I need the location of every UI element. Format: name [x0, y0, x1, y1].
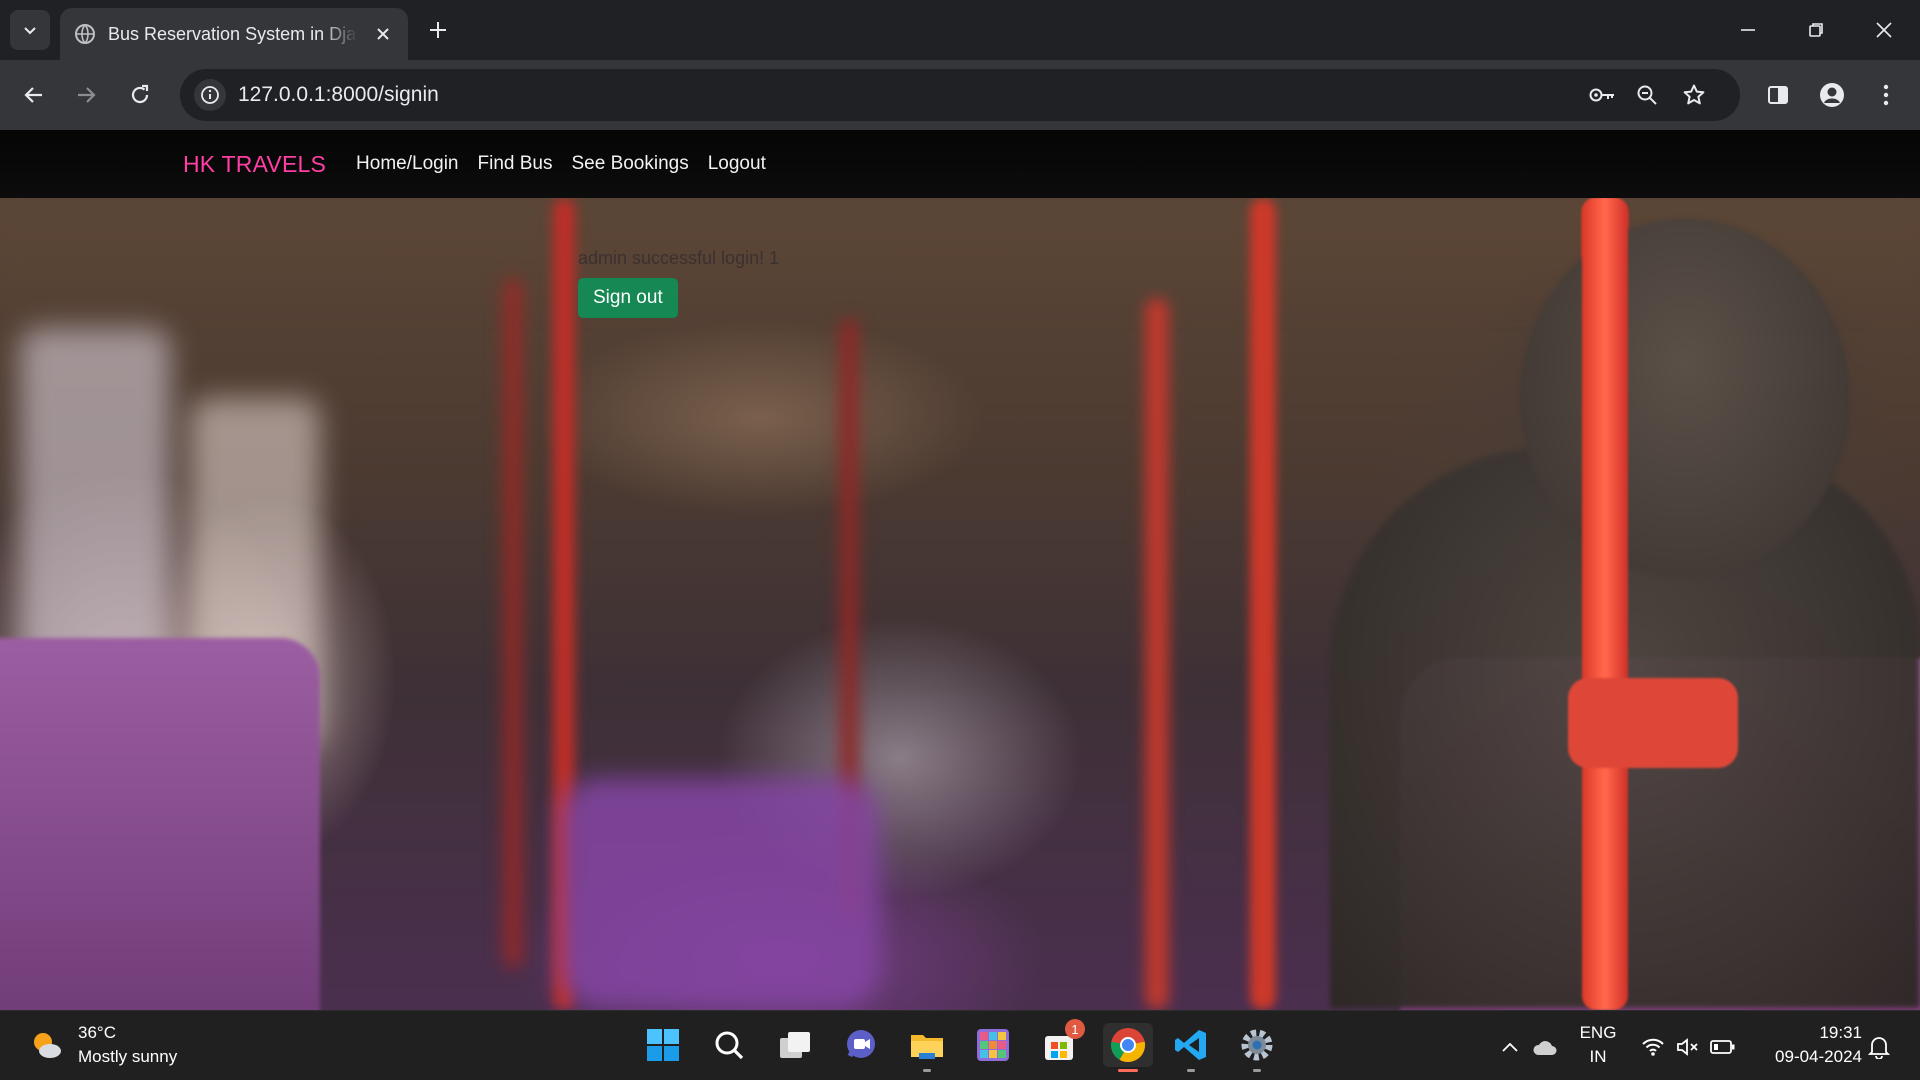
file-explorer-button[interactable]	[905, 1023, 949, 1072]
side-panel-button[interactable]	[1760, 77, 1796, 113]
web-page: HK TRAVELS Home/Login Find Bus See Booki…	[0, 130, 1920, 1010]
folder-icon	[911, 1035, 943, 1059]
sign-out-button[interactable]: Sign out	[578, 278, 678, 318]
zoom-icon[interactable]	[1631, 79, 1663, 111]
arrow-right-icon	[78, 87, 96, 103]
vscode-icon	[1175, 1030, 1206, 1060]
profile-icon	[1820, 83, 1844, 107]
notification-bell-icon[interactable]	[1866, 1034, 1892, 1060]
close-icon	[1876, 22, 1892, 38]
show-hidden-icons-chevron-icon[interactable]	[1497, 1034, 1523, 1060]
task-view-button[interactable]	[773, 1023, 817, 1067]
browser-toolbar: 127.0.0.1:8000/signin	[0, 60, 1920, 130]
signin-content: admin successful login! 1 Sign out	[578, 248, 779, 318]
globe-icon	[75, 24, 95, 45]
reload-icon	[131, 84, 149, 104]
plus-icon	[430, 22, 446, 38]
nav-logout[interactable]: Logout	[708, 153, 766, 175]
menu-button[interactable]	[1868, 77, 1904, 113]
minimize-button[interactable]	[1728, 10, 1768, 50]
weather-description: Mostly sunny	[78, 1047, 178, 1066]
nav-find-bus[interactable]: Find Bus	[478, 153, 553, 175]
region-code: IN	[1589, 1047, 1607, 1066]
windows-taskbar: 36°C Mostly sunny 1 ENG IN 19:31 09-04-2…	[0, 1010, 1920, 1080]
chrome-icon	[1110, 1028, 1146, 1063]
clock-date: 09-04-2024	[1775, 1047, 1862, 1066]
taskbar-search-button[interactable]	[707, 1023, 751, 1067]
chevron-down-icon	[24, 27, 36, 35]
microsoft-store-button[interactable]: 1	[1037, 1019, 1085, 1067]
store-notification-badge: 1	[1065, 1019, 1085, 1039]
clock-time: 19:31	[1819, 1023, 1862, 1042]
wifi-icon[interactable]	[1640, 1034, 1666, 1060]
windows-logo-icon	[647, 1029, 679, 1061]
minimize-icon	[1741, 29, 1755, 31]
back-button[interactable]	[16, 77, 52, 113]
brand-logo[interactable]: HK TRAVELS	[183, 151, 326, 178]
language-indicator[interactable]: ENG IN	[1578, 1021, 1618, 1069]
forward-button[interactable]	[68, 77, 104, 113]
chrome-taskbar-button[interactable]	[1103, 1023, 1153, 1072]
address-bar[interactable]: 127.0.0.1:8000/signin	[180, 69, 1740, 121]
teams-chat-button[interactable]	[839, 1023, 883, 1067]
vscode-taskbar-button[interactable]	[1169, 1023, 1213, 1072]
battery-icon[interactable]	[1710, 1034, 1736, 1060]
clock[interactable]: 19:31 09-04-2024	[1752, 1021, 1862, 1069]
bus-interior-background-image: admin successful login! 1 Sign out	[0, 198, 1920, 1010]
close-window-button[interactable]	[1864, 10, 1904, 50]
gear-icon	[1241, 1029, 1273, 1061]
onedrive-cloud-icon[interactable]	[1532, 1034, 1558, 1060]
nav-home-login[interactable]: Home/Login	[356, 153, 458, 175]
volume-muted-icon[interactable]	[1675, 1034, 1701, 1060]
restore-button[interactable]	[1796, 10, 1836, 50]
close-tab-icon[interactable]	[372, 23, 394, 45]
bookmark-star-icon[interactable]	[1678, 79, 1710, 111]
search-icon	[715, 1031, 744, 1060]
weather-temperature: 36°C	[78, 1023, 116, 1042]
mosaic-app-icon	[977, 1029, 1009, 1061]
kebab-menu-icon	[1883, 84, 1889, 106]
reload-button[interactable]	[122, 77, 158, 113]
profile-button[interactable]	[1814, 77, 1850, 113]
task-view-icon	[780, 1032, 810, 1058]
photo-app-button[interactable]	[971, 1023, 1015, 1067]
weather-widget[interactable]: 36°C Mostly sunny	[28, 1021, 177, 1069]
url-text[interactable]: 127.0.0.1:8000/signin	[238, 83, 439, 107]
password-key-icon[interactable]	[1586, 79, 1618, 111]
settings-taskbar-button[interactable]	[1235, 1023, 1279, 1072]
tab-strip: Bus Reservation System in Django	[0, 0, 1920, 60]
login-status-message: admin successful login! 1	[578, 248, 780, 268]
side-panel-icon	[1768, 86, 1788, 104]
arrow-left-icon	[24, 87, 42, 103]
sun-cloud-icon	[34, 1033, 61, 1058]
site-info-icon[interactable]	[194, 79, 226, 111]
chat-icon	[847, 1030, 875, 1058]
browser-tab[interactable]: Bus Reservation System in Django	[60, 8, 408, 60]
tab-title: Bus Reservation System in Django	[108, 23, 358, 44]
language-code: ENG	[1579, 1023, 1617, 1042]
new-tab-button[interactable]	[424, 16, 452, 44]
tab-search-button[interactable]	[10, 10, 50, 50]
restore-icon	[1809, 23, 1823, 37]
start-button[interactable]	[641, 1023, 685, 1067]
site-navbar: HK TRAVELS Home/Login Find Bus See Booki…	[0, 130, 1920, 198]
nav-see-bookings[interactable]: See Bookings	[571, 153, 688, 175]
